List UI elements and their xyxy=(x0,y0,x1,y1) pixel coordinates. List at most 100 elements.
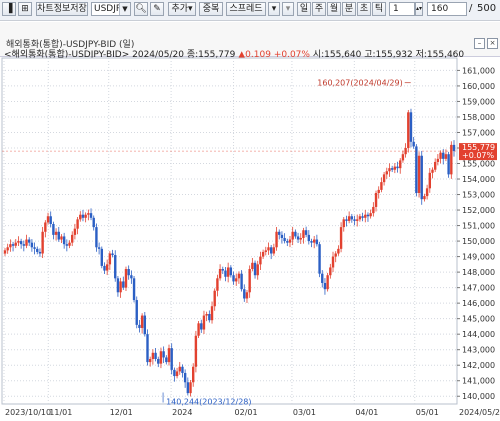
candle-body xyxy=(146,334,149,363)
candle-body xyxy=(36,248,39,252)
candle-body xyxy=(342,219,345,228)
x-tick-label: 2024/05/20 xyxy=(459,408,500,417)
candle-body xyxy=(315,239,319,245)
candle-body xyxy=(253,262,257,276)
candle-body xyxy=(245,292,249,299)
candle-body xyxy=(175,371,179,377)
y-tick-label: 157,000 xyxy=(462,128,495,137)
candle-body xyxy=(226,267,230,277)
candle-body xyxy=(272,247,276,254)
candle-body xyxy=(14,242,17,246)
candle-body xyxy=(103,265,106,271)
candle-body xyxy=(326,275,329,290)
candle-body xyxy=(267,247,270,251)
y-tick-label: 147,000 xyxy=(462,284,495,293)
candle-body xyxy=(87,213,90,215)
y-tick-label: 145,000 xyxy=(462,315,495,324)
candle-body xyxy=(447,154,450,175)
candle-body xyxy=(130,275,133,279)
y-tick-label: 149,000 xyxy=(462,253,495,262)
candle-body xyxy=(261,251,265,257)
candle-body xyxy=(390,168,394,170)
candle-body xyxy=(22,244,26,246)
plot-area xyxy=(1,57,458,405)
candle-body xyxy=(329,267,332,276)
candle-body xyxy=(302,230,305,238)
candle-body xyxy=(442,152,445,159)
candle-body xyxy=(412,141,415,147)
candle-body xyxy=(11,244,15,246)
candle-body xyxy=(358,216,362,220)
candle-body xyxy=(73,228,77,235)
candle-body xyxy=(423,196,426,200)
x-tick-label: 05/01 xyxy=(416,408,439,417)
y-tick-label: 142,000 xyxy=(462,361,495,370)
candle-body xyxy=(439,152,442,159)
candle-body xyxy=(428,172,432,189)
candle-body xyxy=(46,216,50,223)
candle-body xyxy=(208,314,211,321)
candle-body xyxy=(436,158,440,162)
x-tick-label: 11/01 xyxy=(49,408,72,417)
candle-body xyxy=(197,323,200,336)
candle-body xyxy=(286,241,289,243)
candle-body xyxy=(296,236,300,240)
candle-body xyxy=(240,273,243,290)
candle-body xyxy=(52,224,55,235)
y-tick-label: 154,000 xyxy=(462,175,495,184)
y-tick-label: 144,000 xyxy=(462,330,495,339)
candle-body xyxy=(417,155,421,193)
candle-body xyxy=(224,270,227,277)
candle-body xyxy=(364,214,367,218)
y-tick-label: 161,000 xyxy=(462,66,495,75)
candle-body xyxy=(38,251,42,254)
candle-body xyxy=(33,247,36,249)
candle-body xyxy=(157,359,160,364)
candle-body xyxy=(178,366,181,372)
candle-body xyxy=(140,315,144,328)
y-tick-label: 143,000 xyxy=(462,346,495,355)
candle-body xyxy=(369,213,372,217)
candle-body xyxy=(452,144,456,152)
candle-body xyxy=(210,306,214,321)
candle-body xyxy=(337,248,340,254)
candle-body xyxy=(213,290,216,307)
candle-body xyxy=(9,244,12,248)
candle-body xyxy=(6,247,9,251)
candle-body xyxy=(318,244,321,274)
y-tick-label: 159,000 xyxy=(462,97,495,106)
y-tick-label: 148,000 xyxy=(462,268,495,277)
candle-body xyxy=(3,250,7,254)
candle-body xyxy=(356,219,359,221)
candle-body xyxy=(27,239,31,243)
candle-body xyxy=(283,237,286,242)
candlestick-chart[interactable]: 140,000 141,000 142,000 143,000 144,000 145,0… xyxy=(0,0,500,421)
candle-body xyxy=(30,242,34,248)
candle-body xyxy=(92,217,95,228)
candle-body xyxy=(275,231,278,248)
candle-body xyxy=(299,237,302,240)
candle-body xyxy=(143,315,147,335)
candle-body xyxy=(132,278,136,301)
candle-body xyxy=(450,144,453,175)
candle-body xyxy=(243,289,246,299)
candle-body xyxy=(218,269,222,279)
candle-body xyxy=(385,171,388,175)
candle-body xyxy=(60,236,63,240)
candle-body xyxy=(259,256,262,265)
candle-body xyxy=(278,231,281,235)
candle-body xyxy=(399,160,402,169)
candle-body xyxy=(280,234,284,238)
y-tick-label: 146,000 xyxy=(462,299,495,308)
candle-body xyxy=(138,324,141,328)
candle-body xyxy=(431,169,434,173)
candle-body xyxy=(269,247,273,254)
x-tick-label: 02/01 xyxy=(235,408,258,417)
candle-body xyxy=(288,239,292,243)
candle-body xyxy=(353,219,356,221)
candle-body xyxy=(167,348,171,363)
candle-body xyxy=(407,112,410,148)
candle-body xyxy=(41,231,44,254)
candle-body xyxy=(194,335,198,367)
candle-body xyxy=(89,213,93,218)
